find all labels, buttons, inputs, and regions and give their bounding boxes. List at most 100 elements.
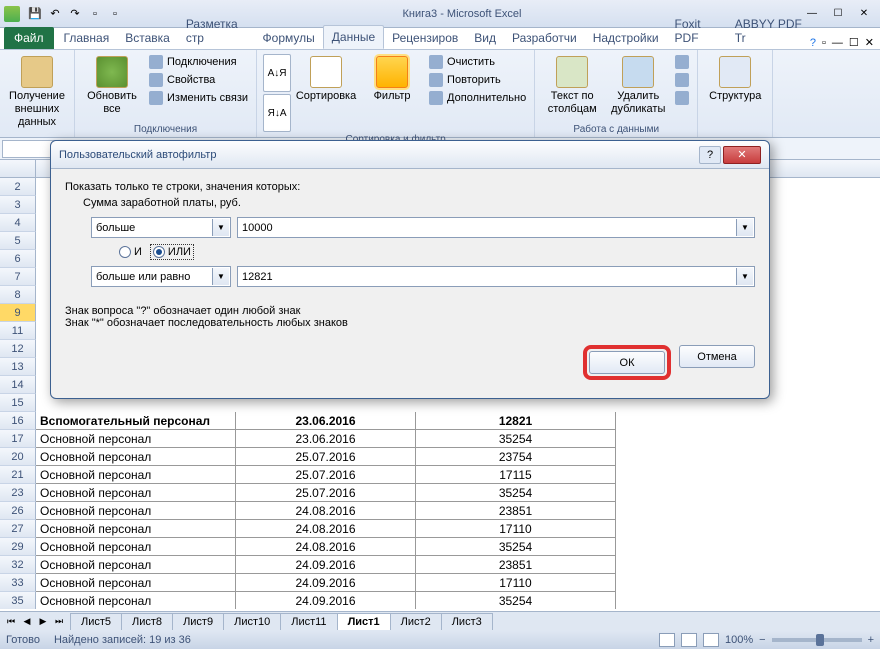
chevron-down-icon[interactable]: ▼: [212, 268, 229, 285]
text-to-columns-button[interactable]: Текст по столбцам: [541, 54, 603, 118]
cell[interactable]: 25.07.2016: [236, 484, 416, 502]
clear-filter-button[interactable]: Очистить: [427, 54, 528, 70]
row-header[interactable]: 16: [0, 412, 36, 430]
cell[interactable]: 17110: [416, 574, 616, 592]
sheet-tab[interactable]: Лист11: [280, 613, 337, 630]
data-tool-1[interactable]: [673, 54, 691, 70]
row-header[interactable]: 15: [0, 394, 36, 412]
outline-button[interactable]: Структура: [704, 54, 766, 105]
chevron-down-icon[interactable]: ▼: [212, 219, 229, 236]
logic-or-radio[interactable]: ИЛИ: [150, 244, 194, 260]
qat-icon[interactable]: ▫: [86, 5, 104, 23]
logic-and-radio[interactable]: И: [119, 246, 142, 258]
cell[interactable]: 17115: [416, 466, 616, 484]
row-header[interactable]: 4: [0, 214, 36, 232]
help-icon[interactable]: ?: [810, 37, 816, 49]
maximize-button[interactable]: ☐: [826, 5, 850, 23]
cell[interactable]: Основной персонал: [36, 430, 236, 448]
cell[interactable]: Основной персонал: [36, 466, 236, 484]
row-header[interactable]: 17: [0, 430, 36, 448]
external-data-button[interactable]: Получение внешних данных: [6, 54, 68, 132]
cell[interactable]: Основной персонал: [36, 556, 236, 574]
cell[interactable]: 23851: [416, 502, 616, 520]
refresh-all-button[interactable]: Обновить все: [81, 54, 143, 118]
cell[interactable]: 25.07.2016: [236, 466, 416, 484]
redo-icon[interactable]: ↷: [66, 5, 84, 23]
row-header[interactable]: 2: [0, 178, 36, 196]
cell[interactable]: 23.06.2016: [236, 430, 416, 448]
chevron-down-icon[interactable]: ▼: [736, 219, 753, 236]
sheet-tab[interactable]: Лист2: [390, 613, 442, 630]
cell[interactable]: Основной персонал: [36, 448, 236, 466]
cell[interactable]: Основной персонал: [36, 502, 236, 520]
cell[interactable]: Вспомогательный персонал: [36, 412, 236, 430]
cancel-button[interactable]: Отмена: [679, 345, 755, 368]
sort-za-button[interactable]: Я↓А: [263, 94, 291, 132]
cell[interactable]: 24.09.2016: [236, 574, 416, 592]
zoom-in-button[interactable]: +: [868, 634, 874, 646]
row-header[interactable]: 9: [0, 304, 36, 322]
row-header[interactable]: 20: [0, 448, 36, 466]
tab-foxit[interactable]: Foxit PDF: [667, 13, 727, 49]
tab-home[interactable]: Главная: [56, 27, 118, 49]
cell[interactable]: 23.06.2016: [236, 412, 416, 430]
tab-file[interactable]: Файл: [4, 27, 54, 49]
select-all-corner[interactable]: [0, 160, 36, 177]
doc-max-icon[interactable]: ☐: [849, 36, 859, 49]
tab-data[interactable]: Данные: [323, 25, 384, 49]
cell[interactable]: 24.09.2016: [236, 556, 416, 574]
properties-button[interactable]: Свойства: [147, 72, 250, 88]
tab-formulas[interactable]: Формулы: [255, 27, 323, 49]
row-header[interactable]: 14: [0, 376, 36, 394]
filter-button[interactable]: Фильтр: [361, 54, 423, 105]
row-header[interactable]: 12: [0, 340, 36, 358]
cell[interactable]: 24.08.2016: [236, 520, 416, 538]
operator1-combo[interactable]: больше▼: [91, 217, 231, 238]
ok-button[interactable]: ОК: [589, 351, 665, 374]
sheet-tab[interactable]: Лист8: [121, 613, 173, 630]
sort-button[interactable]: Сортировка: [295, 54, 357, 105]
row-header[interactable]: 11: [0, 322, 36, 340]
row-header[interactable]: 13: [0, 358, 36, 376]
sort-az-button[interactable]: А↓Я: [263, 54, 291, 92]
ribbon-min-icon[interactable]: ▫: [822, 37, 826, 49]
view-normal-button[interactable]: [659, 633, 675, 647]
sheet-tab[interactable]: Лист5: [70, 613, 122, 630]
cell[interactable]: Основной персонал: [36, 484, 236, 502]
view-layout-button[interactable]: [681, 633, 697, 647]
data-tool-2[interactable]: [673, 72, 691, 88]
tab-view[interactable]: Вид: [466, 27, 504, 49]
reapply-button[interactable]: Повторить: [427, 72, 528, 88]
view-break-button[interactable]: [703, 633, 719, 647]
last-sheet-icon[interactable]: ⏭: [52, 615, 66, 629]
cell[interactable]: 24.08.2016: [236, 502, 416, 520]
cell[interactable]: 35254: [416, 484, 616, 502]
undo-icon[interactable]: ↶: [46, 5, 64, 23]
dialog-close-button[interactable]: ✕: [723, 146, 761, 164]
dialog-help-button[interactable]: ?: [699, 146, 721, 164]
row-header[interactable]: 33: [0, 574, 36, 592]
zoom-slider[interactable]: [772, 638, 862, 642]
cell[interactable]: 17110: [416, 520, 616, 538]
cell[interactable]: 35254: [416, 430, 616, 448]
first-sheet-icon[interactable]: ⏮: [4, 615, 18, 629]
row-header[interactable]: 26: [0, 502, 36, 520]
cell[interactable]: Основной персонал: [36, 574, 236, 592]
chevron-down-icon[interactable]: ▼: [736, 268, 753, 285]
row-header[interactable]: 29: [0, 538, 36, 556]
row-header[interactable]: 27: [0, 520, 36, 538]
advanced-filter-button[interactable]: Дополнительно: [427, 90, 528, 106]
data-tool-3[interactable]: [673, 90, 691, 106]
save-icon[interactable]: 💾: [26, 5, 44, 23]
cell[interactable]: 35254: [416, 538, 616, 556]
sheet-tab[interactable]: Лист9: [172, 613, 224, 630]
row-header[interactable]: 35: [0, 592, 36, 609]
tab-layout[interactable]: Разметка стр: [178, 13, 255, 49]
cell[interactable]: 23754: [416, 448, 616, 466]
tab-dev[interactable]: Разработчи: [504, 27, 585, 49]
zoom-out-button[interactable]: −: [759, 634, 765, 646]
value2-combo[interactable]: 12821▼: [237, 266, 755, 287]
sheet-tab[interactable]: Лист1: [337, 613, 391, 630]
close-button[interactable]: ✕: [852, 5, 876, 23]
cell[interactable]: Основной персонал: [36, 520, 236, 538]
